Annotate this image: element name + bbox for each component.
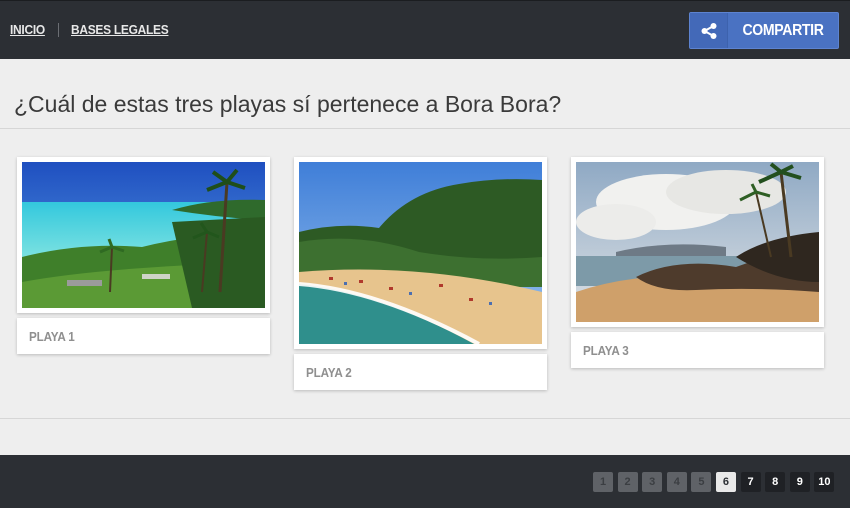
page-6-button[interactable]: 6	[715, 472, 736, 492]
page-10-button[interactable]: 10	[814, 472, 835, 492]
option-photo-1[interactable]	[17, 157, 270, 313]
option-card-1[interactable]: PLAYA 1	[17, 157, 270, 354]
page-5-button[interactable]: 5	[691, 472, 712, 492]
nav-divider	[57, 22, 59, 37]
option-photo-2[interactable]	[294, 157, 547, 349]
pagination: 1 2 3 4 5 6 7 8 9 10	[593, 472, 839, 492]
option-label-text-2: PLAYA 2	[306, 364, 352, 380]
option-card-3[interactable]: PLAYA 3	[571, 157, 824, 368]
option-label-1[interactable]: PLAYA 1	[17, 318, 270, 354]
share-button[interactable]: COMPARTIR	[689, 12, 839, 49]
share-icon	[690, 13, 728, 48]
page-1-button[interactable]: 1	[593, 472, 613, 492]
page-8-button[interactable]: 8	[765, 472, 786, 492]
tropical-lagoon-photo	[22, 162, 265, 308]
nav-home-link[interactable]: INICIO	[10, 22, 45, 37]
page-7-button[interactable]: 7	[740, 472, 761, 492]
nav-links: INICIO BASES LEGALES	[10, 22, 177, 37]
page-3-button[interactable]: 3	[642, 472, 663, 492]
option-label-2[interactable]: PLAYA 2	[294, 354, 547, 390]
rocky-coast-photo	[576, 162, 819, 322]
option-label-3[interactable]: PLAYA 3	[571, 332, 824, 368]
page-9-button[interactable]: 9	[789, 472, 810, 492]
option-label-text-1: PLAYA 1	[29, 328, 75, 344]
option-photo-3[interactable]	[571, 157, 824, 327]
page-4-button[interactable]: 4	[666, 472, 687, 492]
nav-legal-link[interactable]: BASES LEGALES	[71, 22, 169, 37]
sandy-beach-photo	[299, 162, 542, 344]
option-label-text-3: PLAYA 3	[583, 342, 629, 358]
question-title: ¿Cuál de estas tres playas sí pertenece …	[14, 91, 562, 117]
divider-top	[0, 128, 850, 129]
page-2-button[interactable]: 2	[617, 472, 638, 492]
top-bar: INICIO BASES LEGALES COMPARTIR	[0, 0, 850, 59]
footer-bar: 1 2 3 4 5 6 7 8 9 10	[0, 455, 850, 508]
share-button-label: COMPARTIR	[742, 21, 824, 39]
divider-bottom	[0, 418, 850, 419]
option-card-2[interactable]: PLAYA 2	[294, 157, 547, 390]
